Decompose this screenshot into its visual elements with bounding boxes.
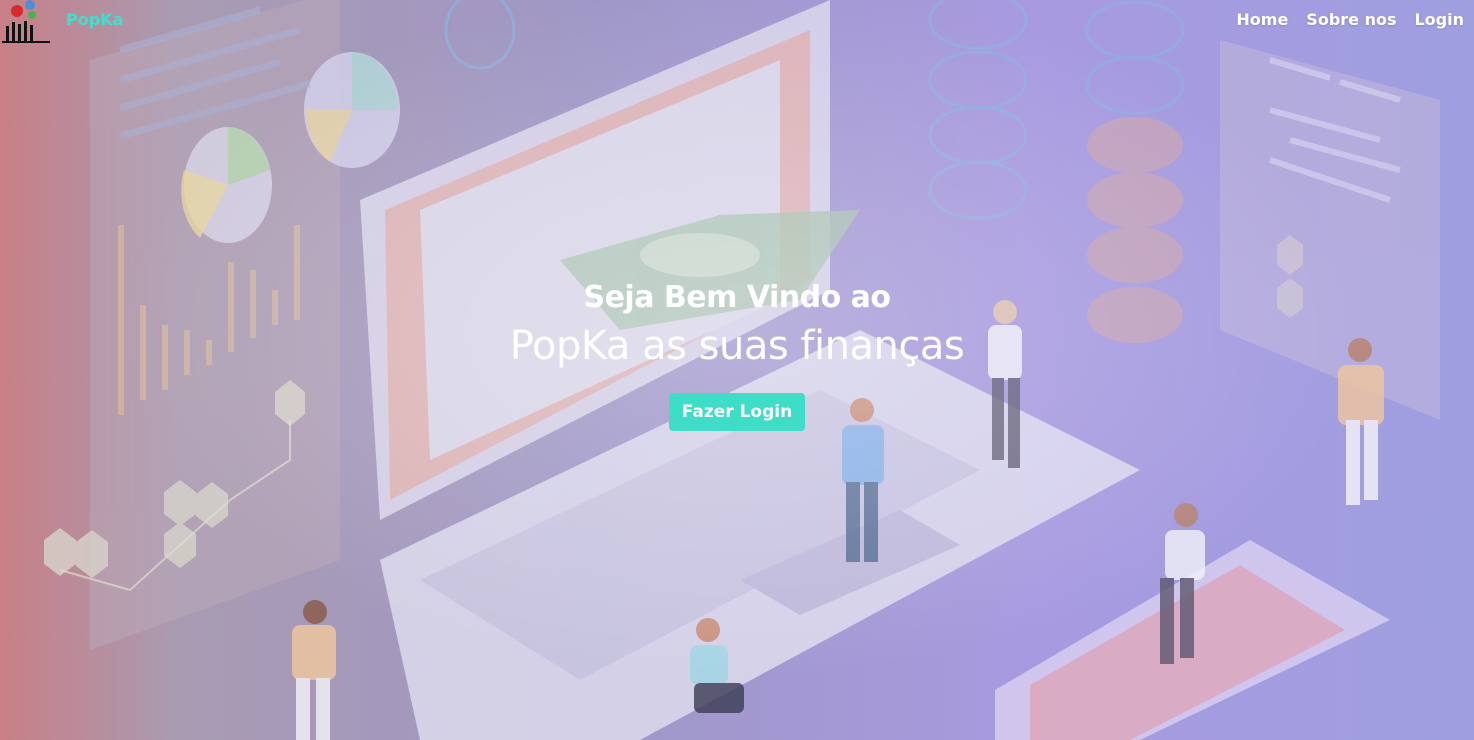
logo-icon[interactable] bbox=[0, 0, 52, 46]
hero-subtitle: Seja Bem Vindo ao bbox=[583, 280, 891, 315]
navbar: PopKa Home Sobre nos Login bbox=[0, 0, 1474, 44]
brand-name[interactable]: PopKa bbox=[66, 10, 123, 29]
hero-title: PopKa as suas finanças bbox=[509, 323, 965, 369]
nav-login-link[interactable]: Login bbox=[1414, 10, 1464, 29]
nav-about-link[interactable]: Sobre nos bbox=[1306, 10, 1396, 29]
nav-links: Home Sobre nos Login bbox=[1236, 10, 1464, 29]
login-button[interactable]: Fazer Login bbox=[668, 393, 806, 431]
hero-section: Seja Bem Vindo ao PopKa as suas finanças… bbox=[0, 280, 1474, 431]
nav-home-link[interactable]: Home bbox=[1236, 10, 1288, 29]
